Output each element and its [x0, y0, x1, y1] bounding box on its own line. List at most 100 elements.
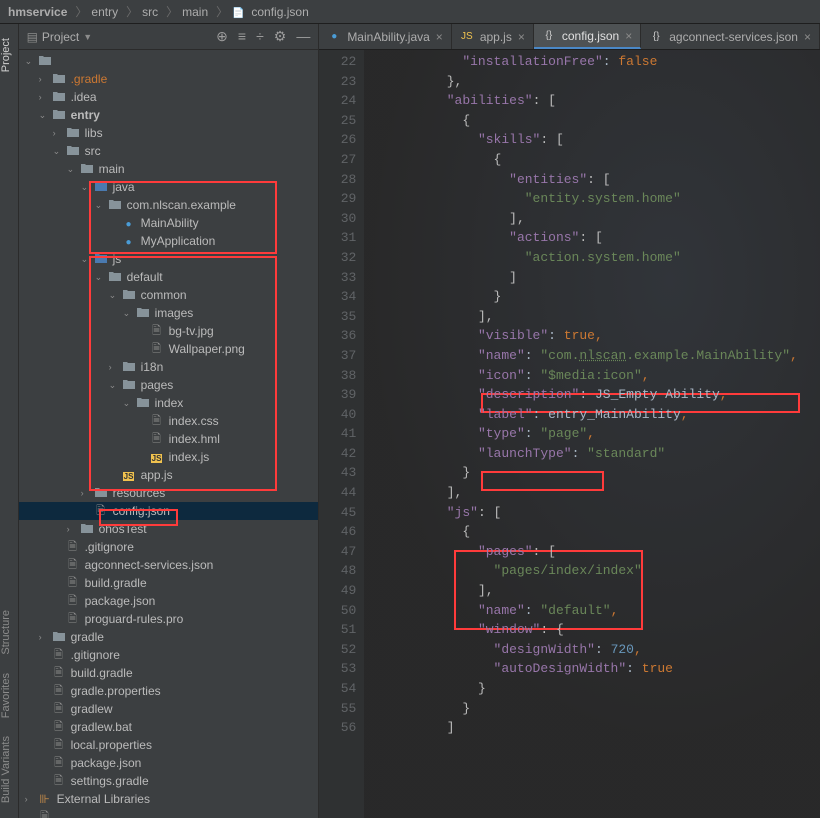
code-line[interactable]: { [384, 152, 820, 172]
editor-tab[interactable]: {}config.json× [534, 24, 641, 49]
code-line[interactable]: "description": JS_Empty Ability, [384, 387, 820, 407]
code-line[interactable]: } [384, 701, 820, 721]
editor-tab[interactable]: JSapp.js× [452, 24, 534, 49]
tree-row[interactable]: ›.gradle [19, 70, 319, 88]
code-line[interactable]: "installationFree": false [384, 54, 820, 74]
editor-tab[interactable]: {}agconnect-services.json× [641, 24, 820, 49]
code-line[interactable]: ], [384, 583, 820, 603]
breadcrumb-item[interactable]: 📄 config.json [232, 5, 309, 19]
tree-row[interactable]: ›gradle [19, 628, 319, 646]
code-line[interactable]: } [384, 289, 820, 309]
tree-row[interactable]: ›ohosTest [19, 520, 319, 538]
tree-row[interactable]: ›i18n [19, 358, 319, 376]
tree-arrow-icon[interactable]: ⌄ [123, 308, 133, 319]
tree-row[interactable]: JSindex.js [19, 448, 319, 466]
tree-row[interactable]: 🗎gradlew.bat [19, 718, 319, 736]
tree-row[interactable]: JSapp.js [19, 466, 319, 484]
breadcrumb-item[interactable]: entry [91, 5, 118, 19]
tree-row[interactable]: ⌄js [19, 250, 319, 268]
tree-row[interactable]: 🗎index.hml [19, 430, 319, 448]
sidebar-tab-favorites[interactable]: Favorites [0, 669, 12, 722]
editor-tab[interactable]: ●MainAbility.java× [319, 24, 452, 49]
tree-arrow-icon[interactable]: ⌄ [67, 164, 77, 175]
sidebar-tab-variants[interactable]: Build Variants [0, 732, 12, 807]
tree-row[interactable]: 🗎build.gradle [19, 574, 319, 592]
code-content[interactable]: "installationFree": false }, "abilities"… [364, 50, 820, 818]
code-line[interactable]: "launchType": "standard" [384, 446, 820, 466]
tree-arrow-icon[interactable]: ⌄ [109, 380, 119, 391]
tree-row[interactable]: 🗎index.css [19, 412, 319, 430]
close-icon[interactable]: × [436, 30, 443, 44]
project-panel-title[interactable]: Project [42, 30, 79, 44]
code-line[interactable]: "entities": [ [384, 172, 820, 192]
tree-row[interactable]: ⌄main [19, 160, 319, 178]
code-line[interactable]: "abilities": [ [384, 93, 820, 113]
tree-row[interactable]: 🗎build.gradle [19, 664, 319, 682]
code-line[interactable]: ], [384, 211, 820, 231]
code-line[interactable]: "label": entry_MainAbility, [384, 407, 820, 427]
code-line[interactable]: "type": "page", [384, 426, 820, 446]
tree-row[interactable]: ●MyApplication [19, 232, 319, 250]
tree-row[interactable]: ⌄images [19, 304, 319, 322]
tree-arrow-icon[interactable]: ⌄ [81, 254, 91, 265]
code-line[interactable]: "name": "com.nlscan.example.MainAbility"… [384, 348, 820, 368]
tree-row[interactable]: ⌄com.nlscan.example [19, 196, 319, 214]
tree-row[interactable]: ›.idea [19, 88, 319, 106]
tree-row[interactable]: ⌄entry [19, 106, 319, 124]
breadcrumb-item[interactable]: main [182, 5, 208, 19]
tree-row[interactable]: 🗎 [19, 808, 319, 818]
tree-row[interactable]: ⌄java [19, 178, 319, 196]
close-icon[interactable]: × [804, 30, 811, 44]
code-line[interactable]: "pages/index/index" [384, 563, 820, 583]
tree-arrow-icon[interactable]: ⌄ [53, 146, 63, 157]
code-line[interactable]: "window": { [384, 622, 820, 642]
tree-row[interactable]: ⌄index [19, 394, 319, 412]
code-line[interactable]: }, [384, 74, 820, 94]
tree-arrow-icon[interactable]: › [81, 488, 91, 498]
code-line[interactable]: "entity.system.home" [384, 191, 820, 211]
code-line[interactable]: ] [384, 720, 820, 740]
tree-row[interactable]: 🗎config.json [19, 502, 319, 520]
tree-row[interactable]: 🗎package.json [19, 592, 319, 610]
code-line[interactable]: "actions": [ [384, 230, 820, 250]
breadcrumb-item[interactable]: hmservice [8, 5, 67, 19]
expand-all-icon[interactable]: ≡ [238, 28, 246, 45]
tree-arrow-icon[interactable]: › [39, 632, 49, 642]
tree-row[interactable]: ›libs [19, 124, 319, 142]
tree-row[interactable]: 🗎Wallpaper.png [19, 340, 319, 358]
project-dropdown-icon[interactable]: ▤ [27, 30, 38, 44]
code-line[interactable]: ], [384, 309, 820, 329]
code-line[interactable]: "autoDesignWidth": true [384, 661, 820, 681]
tree-row[interactable]: ›⊪External Libraries [19, 790, 319, 808]
tree-arrow-icon[interactable]: ⌄ [109, 290, 119, 301]
tree-arrow-icon[interactable]: › [109, 362, 119, 372]
tree-row[interactable]: 🗎gradle.properties [19, 682, 319, 700]
tree-row[interactable]: ›resources [19, 484, 319, 502]
code-line[interactable]: "designWidth": 720, [384, 642, 820, 662]
tree-row[interactable]: 🗎gradlew [19, 700, 319, 718]
tree-row[interactable]: 🗎bg-tv.jpg [19, 322, 319, 340]
tree-arrow-icon[interactable]: ⌄ [95, 200, 105, 211]
code-line[interactable]: "name": "default", [384, 603, 820, 623]
tree-row[interactable]: 🗎.gitignore [19, 646, 319, 664]
tree-row[interactable]: 🗎agconnect-services.json [19, 556, 319, 574]
tree-row[interactable]: ⌄ [19, 52, 319, 70]
tree-row[interactable]: ⌄pages [19, 376, 319, 394]
code-line[interactable]: "icon": "$media:icon", [384, 368, 820, 388]
code-editor[interactable]: 2223242526272829303132333435363738394041… [319, 50, 820, 818]
collapse-all-icon[interactable]: ÷ [256, 28, 264, 45]
tree-arrow-icon[interactable]: › [39, 74, 49, 84]
code-line[interactable]: { [384, 524, 820, 544]
code-line[interactable]: "js": [ [384, 505, 820, 525]
tree-arrow-icon[interactable]: › [67, 524, 77, 534]
sidebar-tab-structure[interactable]: Structure [0, 606, 12, 659]
tree-row[interactable]: ⌄default [19, 268, 319, 286]
code-line[interactable]: "pages": [ [384, 544, 820, 564]
code-line[interactable]: } [384, 681, 820, 701]
tree-arrow-icon[interactable]: › [25, 794, 35, 804]
tree-arrow-icon[interactable]: › [53, 128, 63, 138]
tree-arrow-icon[interactable]: ⌄ [25, 56, 35, 67]
tree-row[interactable]: 🗎proguard-rules.pro [19, 610, 319, 628]
tree-row[interactable]: 🗎.gitignore [19, 538, 319, 556]
tree-arrow-icon[interactable]: › [39, 92, 49, 102]
